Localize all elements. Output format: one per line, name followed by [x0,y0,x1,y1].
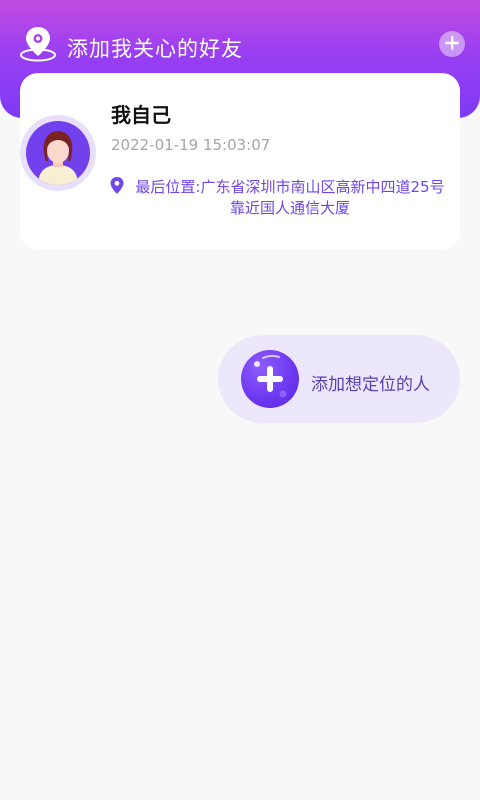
avatar [20,115,96,191]
page-title: 添加我关心的好友 [67,37,243,61]
last-location-text: 最后位置:广东省深圳市南山区高新中四道25号靠近国人通信大厦 [135,178,445,217]
plus-icon [445,35,459,54]
add-person-button[interactable]: 添加想定位的人 [218,335,460,423]
map-pin-icon [110,177,124,194]
friend-card-self[interactable]: 我自己 2022-01-19 15:03:07 最后位置:广东省深圳市南山区高新… [20,73,460,250]
add-friend-button[interactable] [439,31,465,57]
last-update-time: 2022-01-19 15:03:07 [111,136,271,154]
user-avatar-icon [26,121,90,185]
plus-circle-icon [241,350,299,408]
friend-name: 我自己 [111,103,171,127]
add-person-label: 添加想定位的人 [311,375,430,395]
location-pin-icon [18,25,58,63]
